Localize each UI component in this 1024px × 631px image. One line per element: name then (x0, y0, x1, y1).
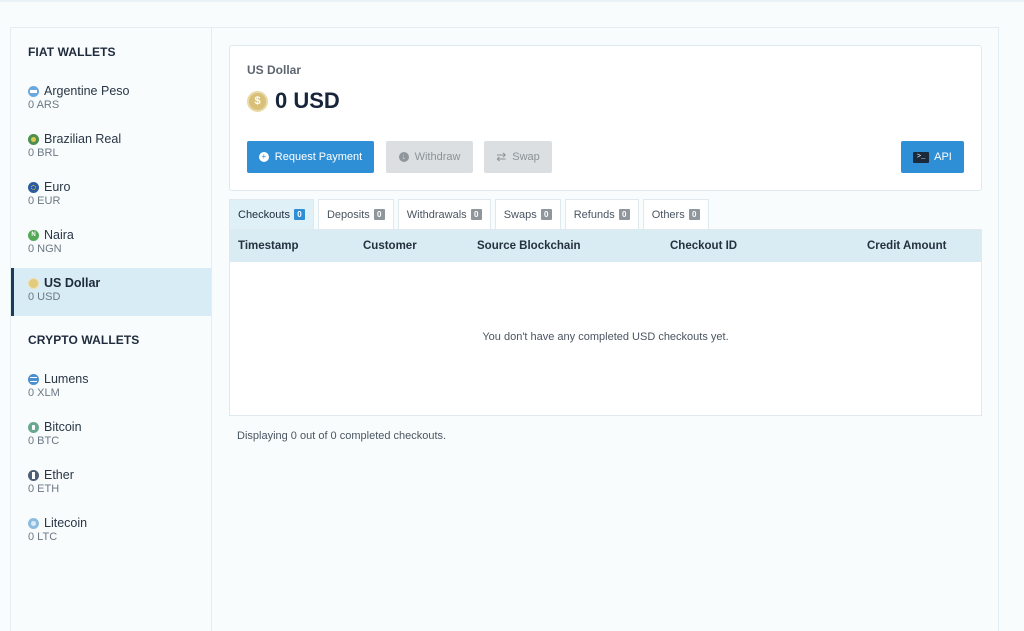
wallet-name: Ether (44, 468, 74, 482)
wallet-amount: 0 EUR (28, 195, 61, 207)
currency-label: US Dollar (247, 63, 302, 77)
balance-display: $ 0 USD (247, 88, 340, 114)
tab-refunds[interactable]: Refunds 0 (564, 199, 639, 229)
eur-flag-icon (28, 181, 39, 193)
withdraw-icon: ↓ (398, 152, 409, 162)
tab-label: Deposits (326, 208, 370, 221)
wallet-lumens[interactable]: Lumens 0 XLM (11, 364, 211, 412)
tab-count-badge: 0 (618, 209, 630, 220)
wallet-amount: 0 BTC (28, 435, 60, 447)
column-header-timestamp[interactable]: Timestamp (238, 230, 299, 262)
terminal-icon: >_ (913, 151, 930, 163)
tab-count-badge: 0 (688, 209, 700, 220)
ars-flag-icon (28, 85, 39, 97)
wallet-amount: 0 XLM (28, 387, 60, 399)
wallet-us-dollar[interactable]: US Dollar 0 USD (11, 268, 211, 316)
top-strip (0, 0, 1024, 2)
ngn-flag-icon: N (28, 229, 39, 241)
wallet-euro[interactable]: Euro 0 EUR (11, 172, 211, 220)
wallet-bitcoin[interactable]: Bitcoin 0 BTC (11, 412, 211, 460)
wallet-name: Litecoin (44, 516, 88, 530)
tab-others[interactable]: Others 0 (642, 199, 709, 229)
fiat-wallets-title: FIAT WALLETS (28, 45, 116, 59)
request-payment-label: Request Payment (274, 151, 363, 163)
balance-amount: 0 USD (275, 88, 340, 113)
xlm-icon (28, 373, 39, 385)
api-label: API (934, 151, 952, 163)
withdraw-button[interactable]: ↓ Withdraw (386, 141, 473, 173)
pagination-summary: Displaying 0 out of 0 completed checkout… (237, 430, 447, 442)
wallets-panel: FIAT WALLETS Argentine Peso 0 ARS Brazil… (10, 27, 999, 631)
wallet-name: Lumens (44, 372, 89, 386)
wallet-name: Brazilian Real (44, 132, 122, 146)
request-payment-button[interactable]: + Request Payment (247, 141, 374, 173)
eth-icon (28, 469, 39, 481)
usd-coin-icon: $ (247, 90, 268, 112)
wallet-amount: 0 ETH (28, 483, 60, 495)
wallet-name: Argentine Peso (44, 84, 130, 98)
tab-count-badge: 0 (470, 209, 482, 220)
wallet-naira[interactable]: N Naira 0 NGN (11, 220, 211, 268)
swap-button[interactable]: ⇄ Swap (484, 141, 552, 173)
withdraw-label: Withdraw (414, 151, 461, 163)
tab-label: Refunds (573, 208, 615, 221)
wallet-name: US Dollar (44, 276, 101, 290)
tab-label: Checkouts (238, 208, 290, 221)
column-header-source-blockchain[interactable]: Source Blockchain (477, 230, 581, 262)
crypto-wallets-title: CRYPTO WALLETS (28, 333, 140, 347)
wallet-amount: 0 ARS (28, 99, 60, 111)
usd-coin-icon (28, 277, 39, 289)
swap-icon: ⇄ (496, 150, 507, 164)
tab-label: Swaps (503, 208, 537, 221)
column-header-customer[interactable]: Customer (363, 230, 417, 262)
wallet-amount: 0 USD (28, 291, 61, 303)
tab-deposits[interactable]: Deposits 0 (317, 199, 394, 229)
tab-label: Withdrawals (406, 208, 467, 221)
checkouts-table: Timestamp Customer Source Blockchain Che… (229, 229, 982, 416)
tab-label: Others (651, 208, 685, 221)
wallet-amount: 0 NGN (28, 243, 62, 255)
swap-label: Swap (512, 151, 540, 163)
tab-swaps[interactable]: Swaps 0 (494, 199, 561, 229)
tab-checkouts[interactable]: Checkouts 0 (229, 199, 314, 229)
wallet-argentine-peso[interactable]: Argentine Peso 0 ARS (11, 76, 211, 124)
wallet-amount: 0 LTC (28, 531, 58, 543)
wallet-name: Bitcoin (44, 420, 82, 434)
tab-count-badge: 0 (293, 209, 305, 220)
column-header-checkout-id[interactable]: Checkout ID (670, 230, 737, 262)
transaction-tabs: Checkouts 0 Deposits 0 Withdrawals 0 Swa… (229, 199, 713, 229)
ltc-icon (28, 517, 39, 529)
tab-count-badge: 0 (540, 209, 552, 220)
api-button[interactable]: >_ API (901, 141, 964, 173)
table-header: Timestamp Customer Source Blockchain Che… (230, 230, 981, 262)
wallet-amount: 0 BRL (28, 147, 59, 159)
wallet-brazilian-real[interactable]: Brazilian Real 0 BRL (11, 124, 211, 172)
wallet-litecoin[interactable]: Litecoin 0 LTC (11, 508, 211, 556)
plus-circle-icon: + (258, 152, 269, 162)
btc-icon (28, 421, 39, 433)
empty-state-message: You don't have any completed USD checkou… (482, 331, 729, 343)
tab-count-badge: 0 (373, 209, 385, 220)
balance-card: US Dollar $ 0 USD + Request Payment ↓ Wi… (229, 45, 982, 191)
brl-flag-icon (28, 133, 39, 145)
column-header-credit-amount[interactable]: Credit Amount (867, 230, 946, 262)
sidebar: FIAT WALLETS Argentine Peso 0 ARS Brazil… (11, 28, 212, 631)
wallet-name: Naira (44, 228, 74, 242)
wallet-ether[interactable]: Ether 0 ETH (11, 460, 211, 508)
wallet-name: Euro (44, 180, 71, 194)
tab-withdrawals[interactable]: Withdrawals 0 (397, 199, 491, 229)
